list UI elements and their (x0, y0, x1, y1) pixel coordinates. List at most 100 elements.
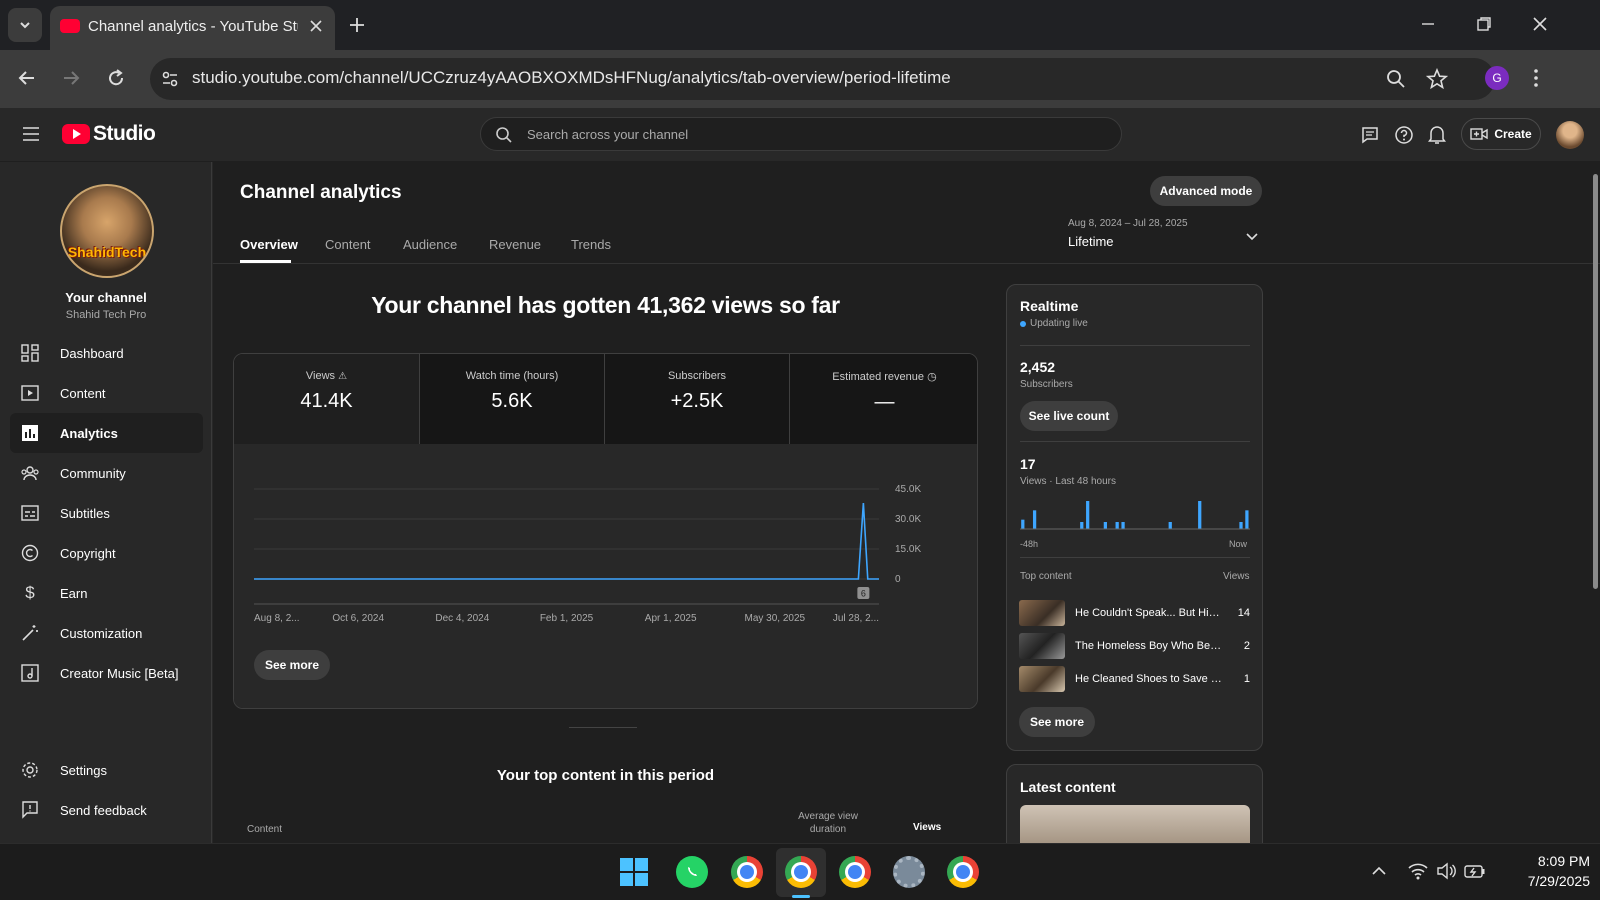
metric-subscribers[interactable]: Subscribers +2.5K (604, 354, 789, 444)
create-button[interactable]: Create (1461, 118, 1541, 150)
warning-icon: ⚠ (338, 371, 348, 382)
top-content-label: Top content (1020, 571, 1072, 582)
channel-avatar[interactable]: ShahidTech (60, 184, 154, 278)
video-thumbnail (1019, 666, 1065, 692)
sidebar-item-label: Copyright (60, 545, 116, 561)
window-close-icon[interactable] (1532, 16, 1548, 32)
top-content-row[interactable]: He Cleaned Shoes to Save Hi... 1 (1019, 665, 1250, 693)
realtime-bar[interactable] (1021, 519, 1025, 529)
realtime-bar[interactable] (1168, 522, 1172, 529)
minimize-icon[interactable] (1420, 16, 1436, 32)
table-header-views[interactable]: Views (913, 822, 941, 833)
realtime-bar[interactable] (1239, 522, 1243, 529)
realtime-see-more-button[interactable]: See more (1019, 707, 1095, 737)
wifi-icon[interactable] (1408, 862, 1428, 880)
sidebar-item-earn[interactable]: $ Earn (10, 573, 203, 613)
sidebar-item-settings[interactable]: Settings (10, 750, 203, 790)
browser-tab[interactable]: Channel analytics - YouTube Stu (50, 6, 335, 50)
profile-avatar[interactable]: G (1485, 66, 1509, 90)
back-icon[interactable] (17, 68, 37, 88)
metric-label: Views (305, 370, 336, 382)
tab-content[interactable]: Content (325, 237, 371, 252)
metric-estimated-revenue[interactable]: Estimated revenue ◷ — (789, 354, 977, 444)
volume-icon[interactable] (1436, 862, 1456, 880)
see-more-button[interactable]: See more (254, 650, 330, 680)
new-tab-icon[interactable] (348, 16, 366, 34)
sidebar-item-creator-music[interactable]: Creator Music [Beta] (10, 653, 203, 693)
settings-gear-icon[interactable] (893, 856, 925, 888)
metric-watch-time[interactable]: Watch time (hours) 5.6K (419, 354, 604, 444)
latest-content-title: Latest content (1020, 779, 1116, 795)
sidebar-item-community[interactable]: Community (10, 453, 203, 493)
browser-menu-icon[interactable] (1532, 68, 1540, 88)
gear-icon (20, 760, 40, 780)
chrome-icon[interactable] (731, 856, 763, 888)
search-icon (496, 127, 512, 143)
youtube-favicon-icon (60, 19, 80, 33)
chevron-up-icon[interactable] (1372, 866, 1386, 876)
realtime-bar[interactable] (1103, 522, 1107, 529)
realtime-bar[interactable] (1245, 510, 1249, 529)
tab-audience[interactable]: Audience (403, 237, 457, 252)
metric-value: — (874, 391, 895, 413)
x-tick-label: Jul 28, 2... (833, 613, 879, 624)
hamburger-menu-icon[interactable] (22, 126, 40, 142)
sidebar-item-analytics[interactable]: Analytics (10, 413, 203, 453)
chrome-icon[interactable] (947, 856, 979, 888)
close-icon[interactable] (308, 18, 324, 34)
tab-overview[interactable]: Overview (240, 237, 298, 252)
metric-value: 5.6K (491, 390, 533, 412)
bookmark-star-icon[interactable] (1426, 68, 1448, 90)
sidebar-item-copyright[interactable]: Copyright (10, 533, 203, 573)
zoom-icon[interactable] (1386, 69, 1406, 89)
whatsapp-icon[interactable] (676, 856, 708, 888)
sidebar-item-customization[interactable]: Customization (10, 613, 203, 653)
tab-search-button[interactable] (8, 8, 42, 42)
advanced-mode-button[interactable]: Advanced mode (1150, 176, 1262, 206)
sidebar-item-content[interactable]: Content (10, 373, 203, 413)
top-content-row[interactable]: The Homeless Boy Who Beca... 2 (1019, 632, 1250, 660)
chevron-down-icon (20, 22, 30, 29)
account-avatar[interactable] (1556, 121, 1584, 149)
forward-icon[interactable] (61, 68, 81, 88)
top-content-row[interactable]: He Couldn't Speak... But His ... 14 (1019, 599, 1250, 627)
realtime-bar[interactable] (1032, 510, 1037, 529)
reload-icon[interactable] (106, 68, 126, 88)
clock-time[interactable]: 8:09 PM (1490, 853, 1590, 869)
views-series-line[interactable] (254, 502, 879, 580)
battery-icon[interactable] (1464, 863, 1486, 879)
notifications-bell-icon[interactable] (1428, 125, 1446, 145)
restore-icon[interactable] (1476, 16, 1492, 32)
clock-date[interactable]: 7/29/2025 (1490, 873, 1590, 889)
period-selector[interactable]: Aug 8, 2024 – Jul 28, 2025 Lifetime (1068, 218, 1268, 254)
realtime-bar[interactable] (1198, 501, 1202, 529)
scrollbar-thumb[interactable] (1593, 174, 1598, 589)
views-line-chart[interactable]: 45.0K 30.0K 15.0K 0 Aug 8, 2... Oct 6, 2024 De… (234, 444, 978, 644)
messages-icon[interactable] (1361, 126, 1379, 144)
metric-views[interactable]: Views ⚠ 41.4K (234, 354, 419, 444)
tab-trends[interactable]: Trends (571, 237, 611, 252)
realtime-bar[interactable] (1115, 522, 1119, 529)
sidebar-item-dashboard[interactable]: Dashboard (10, 333, 203, 373)
see-live-count-button[interactable]: See live count (1020, 401, 1118, 431)
latest-video-thumbnail[interactable] (1020, 805, 1250, 843)
address-bar[interactable]: studio.youtube.com/channel/UCCzruz4yAAOB… (150, 58, 1495, 100)
chrome-profile-icon[interactable] (785, 856, 817, 888)
start-button[interactable] (620, 858, 648, 886)
realtime-bar[interactable] (1080, 522, 1084, 529)
overview-card: Views ⚠ 41.4K Watch time (hours) 5.6K Su… (233, 353, 978, 709)
realtime-bar[interactable] (1121, 522, 1125, 529)
sidebar-item-send-feedback[interactable]: Send feedback (10, 790, 203, 830)
search-bar[interactable]: Search across your channel (480, 117, 1122, 151)
help-icon[interactable] (1394, 125, 1414, 145)
tab-revenue[interactable]: Revenue (489, 237, 541, 252)
studio-logo[interactable]: Studio (62, 122, 156, 146)
site-info-icon[interactable] (160, 69, 180, 89)
live-status-text: Updating live (1030, 318, 1088, 329)
realtime-bar-chart[interactable] (1020, 495, 1250, 533)
sidebar-item-subtitles[interactable]: Subtitles (10, 493, 203, 533)
realtime-bar[interactable] (1086, 501, 1090, 529)
chrome-icon[interactable] (839, 856, 871, 888)
table-header-avg-duration[interactable]: Average view duration (793, 810, 863, 836)
y-tick-label: 45.0K (895, 484, 921, 495)
